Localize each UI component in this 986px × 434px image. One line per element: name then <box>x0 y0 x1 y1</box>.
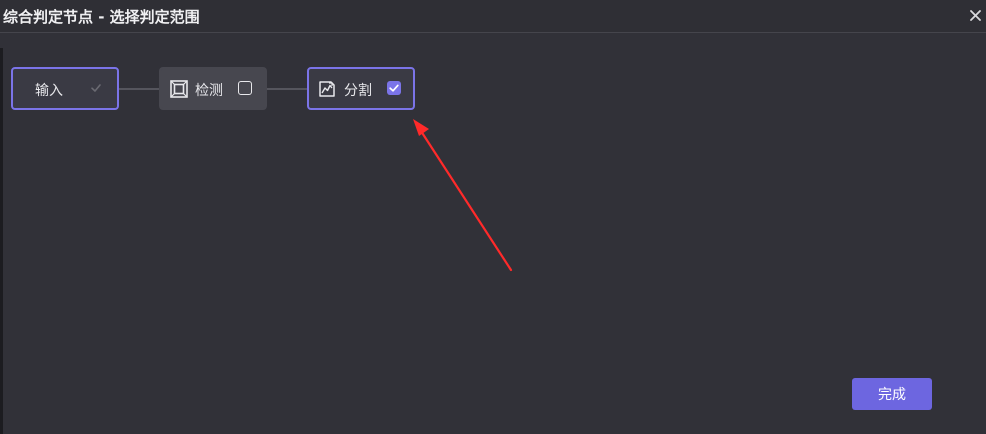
close-button[interactable] <box>965 5 985 25</box>
connector-input-detect <box>118 88 159 90</box>
connector-detect-segment <box>266 88 308 90</box>
node-input-checkbox <box>89 81 103 95</box>
bounding-box-icon <box>170 80 188 98</box>
dialog-title: 综合判定节点 - 选择判定范围 <box>3 8 200 26</box>
node-detect[interactable]: 检测 <box>159 67 267 110</box>
node-input[interactable]: 输入 <box>11 67 119 110</box>
window-edge <box>0 48 3 434</box>
node-segment[interactable]: 分割 <box>307 67 415 110</box>
node-detect-label: 检测 <box>195 83 223 99</box>
annotation-arrow-icon <box>413 119 513 272</box>
node-detect-checkbox[interactable] <box>238 81 252 95</box>
dialog: 综合判定节点 - 选择判定范围 输入 检测 分割 完成 <box>0 0 986 434</box>
node-segment-label: 分割 <box>344 83 372 99</box>
titlebar: 综合判定节点 - 选择判定范围 <box>0 0 986 33</box>
check-icon <box>389 84 399 92</box>
node-segment-checkbox[interactable] <box>387 81 401 95</box>
close-icon <box>969 9 981 21</box>
node-input-label: 输入 <box>35 83 63 99</box>
done-button[interactable]: 完成 <box>852 378 932 410</box>
check-icon <box>91 84 101 92</box>
segmentation-icon <box>319 81 335 97</box>
